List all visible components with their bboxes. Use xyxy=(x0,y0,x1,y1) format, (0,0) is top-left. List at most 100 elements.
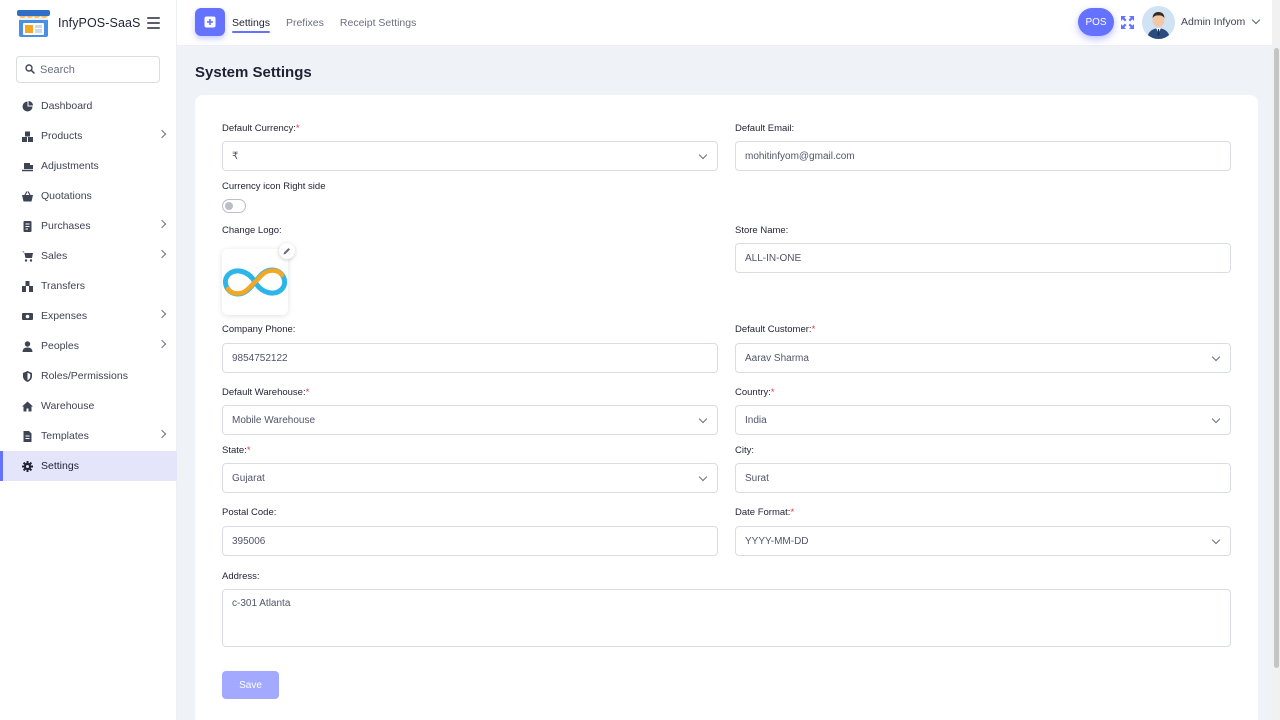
address-textarea[interactable]: c-301 Atlanta xyxy=(222,589,1231,647)
chevron-right-icon xyxy=(158,310,166,318)
sidebar-item-label: Adjustments xyxy=(41,160,99,172)
chevron-down-icon xyxy=(699,473,707,481)
select-value: YYYY-MM-DD xyxy=(745,536,809,547)
default-customer-label: Default Customer:* xyxy=(735,324,815,335)
default-email-field[interactable]: mohitinfyom@gmail.com xyxy=(735,141,1231,171)
brand-name: InfyPOS-SaaS xyxy=(58,16,141,30)
select-value: Aarav Sharma xyxy=(745,353,809,364)
scrollbar-thumb[interactable] xyxy=(1274,48,1279,668)
field-label: Default Currency: xyxy=(222,123,296,134)
chevron-right-icon xyxy=(158,250,166,258)
save-button[interactable]: Save xyxy=(222,671,279,699)
postal-code-field[interactable]: 395006 xyxy=(222,526,718,556)
field-label: Company Phone: xyxy=(222,324,295,335)
sidebar-item-transfers[interactable]: Transfers xyxy=(0,271,177,301)
field-label: Postal Code: xyxy=(222,507,276,518)
edit-logo-button[interactable] xyxy=(279,243,295,259)
input-value: ALL-IN-ONE xyxy=(745,253,801,264)
input-value: 9854752122 xyxy=(232,353,288,364)
chevron-down-icon xyxy=(699,151,707,159)
sidebar-search[interactable] xyxy=(16,56,160,83)
input-value: Surat xyxy=(745,473,769,484)
store-logo-icon xyxy=(17,8,50,38)
chevron-down-icon xyxy=(1212,536,1220,544)
store-name-field[interactable]: ALL-IN-ONE xyxy=(735,243,1231,273)
search-icon xyxy=(25,61,35,79)
sidebar-item-label: Sales xyxy=(41,250,67,262)
state-select[interactable]: Gujarat xyxy=(222,463,718,493)
date-format-select[interactable]: YYYY-MM-DD xyxy=(735,526,1231,556)
sidebar-item-settings[interactable]: Settings xyxy=(0,451,177,481)
postal-code-label: Postal Code: xyxy=(222,507,276,518)
chevron-right-icon xyxy=(158,220,166,228)
currency-icon-right-toggle[interactable] xyxy=(222,199,246,213)
sidebar-item-templates[interactable]: Templates xyxy=(0,421,177,451)
select-value: Mobile Warehouse xyxy=(232,415,315,426)
boxes-icon xyxy=(22,131,33,142)
tab-receipt-settings[interactable]: Receipt Settings xyxy=(340,0,416,46)
default-warehouse-select[interactable]: Mobile Warehouse xyxy=(222,405,718,435)
sidebar-item-roles-permissions[interactable]: Roles/Permissions xyxy=(0,361,177,391)
field-label: Country: xyxy=(735,387,771,398)
chevron-right-icon xyxy=(158,340,166,348)
field-label: Default Email: xyxy=(735,123,794,134)
page-title: System Settings xyxy=(195,64,312,81)
search-input[interactable] xyxy=(40,64,150,76)
company-phone-field[interactable]: 9854752122 xyxy=(222,343,718,373)
sidebar-item-dashboard[interactable]: Dashboard xyxy=(0,91,177,121)
sidebar-item-adjustments[interactable]: Adjustments xyxy=(0,151,177,181)
sidebar-item-label: Products xyxy=(41,130,82,142)
field-label: Store Name: xyxy=(735,225,788,236)
sidebar-item-warehouse[interactable]: Warehouse xyxy=(0,391,177,421)
select-value: ₹ xyxy=(232,151,238,162)
field-label: Date Format: xyxy=(735,507,790,518)
default-customer-select[interactable]: Aarav Sharma xyxy=(735,343,1231,373)
sidebar-nav: Dashboard Products Adjustments Quotation… xyxy=(0,91,177,481)
money-icon xyxy=(22,311,33,322)
sidebar-item-quotations[interactable]: Quotations xyxy=(0,181,177,211)
user-name[interactable]: Admin Infyom xyxy=(1181,16,1245,28)
basket-icon xyxy=(22,191,33,202)
sidebar: InfyPOS-SaaS Dashboard Products Adjustme… xyxy=(0,0,177,720)
tab-settings[interactable]: Settings xyxy=(232,0,270,46)
home-icon xyxy=(22,401,33,412)
currency-icon-right-label: Currency icon Right side xyxy=(222,181,326,192)
city-label: City: xyxy=(735,445,754,456)
chevron-right-icon xyxy=(158,130,166,138)
pencil-icon xyxy=(283,247,291,255)
pos-button[interactable]: POS xyxy=(1078,8,1114,36)
country-select[interactable]: India xyxy=(735,405,1231,435)
add-button[interactable] xyxy=(195,8,225,36)
select-value: India xyxy=(745,415,767,426)
select-value: Gujarat xyxy=(232,473,265,484)
input-value: 395006 xyxy=(232,536,265,547)
change-logo-label: Change Logo: xyxy=(222,225,282,236)
sidebar-item-purchases[interactable]: Purchases xyxy=(0,211,177,241)
city-field[interactable]: Surat xyxy=(735,463,1231,493)
field-label: Default Customer: xyxy=(735,324,812,335)
file-icon xyxy=(22,431,33,442)
menu-toggle-icon[interactable] xyxy=(147,17,160,29)
fullscreen-icon[interactable] xyxy=(1121,16,1134,29)
sidebar-item-products[interactable]: Products xyxy=(0,121,177,151)
default-currency-select[interactable]: ₹ xyxy=(222,141,718,171)
chevron-down-icon xyxy=(1212,415,1220,423)
tab-prefixes[interactable]: Prefixes xyxy=(286,0,324,46)
chevron-right-icon xyxy=(158,430,166,438)
plus-square-icon xyxy=(204,16,216,28)
sidebar-item-label: Settings xyxy=(41,460,79,472)
field-label: Change Logo: xyxy=(222,225,282,236)
avatar[interactable] xyxy=(1142,6,1175,39)
field-label: City: xyxy=(735,445,754,456)
default-currency-label: Default Currency:* xyxy=(222,123,300,134)
field-label: Address: xyxy=(222,571,260,582)
sidebar-item-label: Dashboard xyxy=(41,100,92,112)
sidebar-item-label: Transfers xyxy=(41,280,85,292)
state-label: State:* xyxy=(222,445,251,456)
chevron-down-icon[interactable] xyxy=(1252,16,1260,24)
sidebar-item-label: Purchases xyxy=(41,220,91,232)
sidebar-item-peoples[interactable]: Peoples xyxy=(0,331,177,361)
sidebar-item-sales[interactable]: Sales xyxy=(0,241,177,271)
sidebar-item-expenses[interactable]: Expenses xyxy=(0,301,177,331)
shield-icon xyxy=(22,371,33,382)
